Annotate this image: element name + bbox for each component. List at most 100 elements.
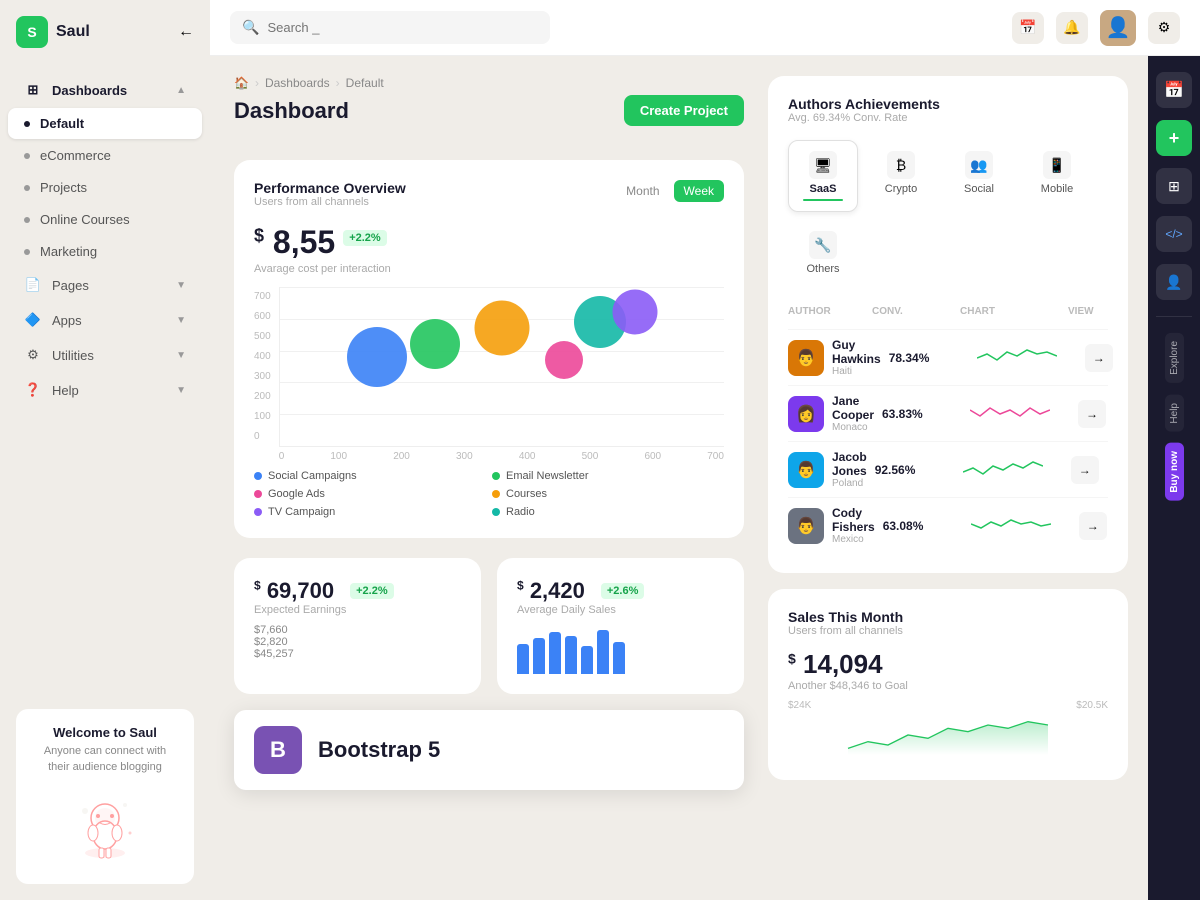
legend-dot-radio — [492, 508, 500, 516]
sidebar-item-online-courses[interactable]: Online Courses — [8, 204, 202, 235]
avatar-jane: 👩 — [788, 396, 824, 432]
astronaut-illustration — [55, 783, 155, 863]
view-btn-jacob[interactable]: → — [1071, 456, 1099, 484]
author-country-jacob: Poland — [832, 478, 867, 489]
explore-label[interactable]: Explore — [1165, 333, 1184, 383]
user-panel-icon[interactable]: 👤 — [1156, 264, 1192, 300]
dashboards-icon: ⊞ — [24, 81, 42, 99]
main-area: 🔍 📅 🔔 👤 ⚙ 🏠 › Dashboards › — [210, 0, 1200, 900]
legend-email: Email Newsletter — [492, 470, 724, 482]
panel-divider — [1156, 316, 1192, 317]
sales-title: Sales This Month — [788, 609, 1108, 625]
social-label: Social — [964, 183, 994, 195]
author-row-jane: 👩 Jane Cooper Monaco 63.83% → — [788, 385, 1108, 441]
mini-chart-jacob — [963, 458, 1043, 482]
saas-icon: 🖥 — [809, 151, 837, 179]
view-btn-guy[interactable]: → — [1085, 344, 1113, 372]
legend-label-social: Social Campaigns — [268, 470, 357, 482]
sidebar-item-label: Projects — [40, 180, 87, 195]
code-panel-icon[interactable]: </> — [1156, 216, 1192, 252]
sidebar-item-default[interactable]: Default — [8, 108, 202, 139]
sidebar-item-label: Marketing — [40, 244, 97, 259]
crypto-icon: ₿ — [887, 151, 915, 179]
legend-dot-social — [254, 472, 262, 480]
saas-label: SaaS — [810, 183, 837, 195]
mobile-label: Mobile — [1041, 183, 1073, 195]
bar-4 — [565, 636, 577, 674]
help-label[interactable]: Help — [1165, 395, 1184, 432]
search-box[interactable]: 🔍 — [230, 11, 550, 44]
month-button[interactable]: Month — [616, 180, 669, 202]
legend-dot-email — [492, 472, 500, 480]
settings-icon-btn[interactable]: ⚙ — [1148, 12, 1180, 44]
author-info-jane: 👩 Jane Cooper Monaco — [788, 394, 874, 433]
sidebar-item-marketing[interactable]: Marketing — [8, 236, 202, 267]
sidebar-nav: ⊞ Dashboards ▲ Default eCommerce Project… — [0, 64, 210, 693]
bootstrap-logo: B — [254, 726, 302, 774]
add-panel-icon[interactable]: + — [1156, 120, 1192, 156]
legend-label-radio: Radio — [506, 506, 535, 518]
tab-underline — [803, 199, 843, 201]
view-btn-cody[interactable]: → — [1079, 512, 1107, 540]
earnings-rows: $7,660 $2,820 $45,257 — [254, 624, 461, 660]
authors-title: Authors Achievements — [788, 96, 1108, 112]
tab-saas[interactable]: 🖥 SaaS — [788, 140, 858, 212]
help-icon: ❓ — [24, 381, 42, 399]
legend-courses: Courses — [492, 488, 724, 500]
author-country-jane: Monaco — [832, 422, 874, 433]
y-axis: 700 600 500 400 300 200 100 0 — [254, 287, 271, 462]
bubble-courses — [474, 301, 529, 356]
user-avatar[interactable]: 👤 — [1100, 10, 1136, 46]
week-button[interactable]: Week — [674, 180, 724, 202]
grid-line — [280, 382, 724, 383]
calendar-panel-icon[interactable]: 📅 — [1156, 72, 1192, 108]
search-input[interactable] — [267, 20, 538, 35]
sidebar-item-help[interactable]: ❓ Help ▼ — [8, 373, 202, 407]
conv-rate: Avg. 69.34% Conv. Rate — [788, 112, 1108, 124]
earnings-value: $ 69,700 — [254, 578, 334, 604]
bar-7 — [613, 642, 625, 674]
avatar-jacob: 👨 — [788, 452, 824, 488]
performance-title: Performance Overview — [254, 180, 406, 196]
sidebar-item-label: Apps — [52, 313, 82, 328]
utilities-icon: ⚙ — [24, 346, 42, 364]
tab-others[interactable]: 🔧 Others — [788, 220, 858, 286]
daily-sales-label: Average Daily Sales — [517, 604, 724, 616]
sidebar-item-projects[interactable]: Projects — [8, 172, 202, 203]
legend-label-email: Email Newsletter — [506, 470, 589, 482]
sales-subtitle: Users from all channels — [788, 625, 1108, 637]
sidebar-item-dashboards[interactable]: ⊞ Dashboards ▲ — [8, 73, 202, 107]
view-btn-jane[interactable]: → — [1078, 400, 1106, 428]
content-main: 🏠 › Dashboards › Default Dashboard Creat… — [210, 56, 768, 900]
dot-icon — [24, 153, 30, 159]
y-label-200: 200 — [254, 391, 271, 402]
performance-subtitle: Users from all channels — [254, 196, 406, 208]
author-name-guy: Guy Hawkins — [832, 338, 881, 366]
tab-mobile[interactable]: 📱 Mobile — [1022, 140, 1092, 212]
sidebar-item-label: Utilities — [52, 348, 94, 363]
sidebar-item-label: Online Courses — [40, 212, 130, 227]
breadcrumb-dashboards[interactable]: Dashboards — [265, 76, 330, 90]
back-icon[interactable]: ← — [178, 23, 194, 41]
bar-3 — [549, 632, 561, 674]
chevron-down-icon: ▼ — [176, 385, 186, 396]
buy-now-button[interactable]: Buy now — [1165, 443, 1184, 501]
author-info-cody: 👨 Cody Fishers Mexico — [788, 506, 875, 545]
authors-card: Authors Achievements Avg. 69.34% Conv. R… — [768, 76, 1128, 573]
grid-panel-icon[interactable]: ⊞ — [1156, 168, 1192, 204]
grid-line — [280, 287, 724, 288]
sidebar-item-ecommerce[interactable]: eCommerce — [8, 140, 202, 171]
tab-social[interactable]: 👥 Social — [944, 140, 1014, 212]
calendar-icon-btn[interactable]: 📅 — [1012, 12, 1044, 44]
tab-crypto[interactable]: ₿ Crypto — [866, 140, 936, 212]
sidebar-item-apps[interactable]: 🔷 Apps ▼ — [8, 303, 202, 337]
x-label-400: 400 — [519, 451, 536, 462]
authors-table-header: AUTHOR CONV. CHART VIEW — [788, 302, 1108, 321]
create-project-button[interactable]: Create Project — [624, 95, 744, 126]
bootstrap-badge-area: B Bootstrap 5 — [234, 710, 744, 790]
sales-y1: $24K — [788, 700, 811, 711]
sidebar-item-pages[interactable]: 📄 Pages ▼ — [8, 268, 202, 302]
sidebar-item-utilities[interactable]: ⚙ Utilities ▼ — [8, 338, 202, 372]
stat-label: Avarage cost per interaction — [254, 263, 724, 275]
notification-icon-btn[interactable]: 🔔 — [1056, 12, 1088, 44]
